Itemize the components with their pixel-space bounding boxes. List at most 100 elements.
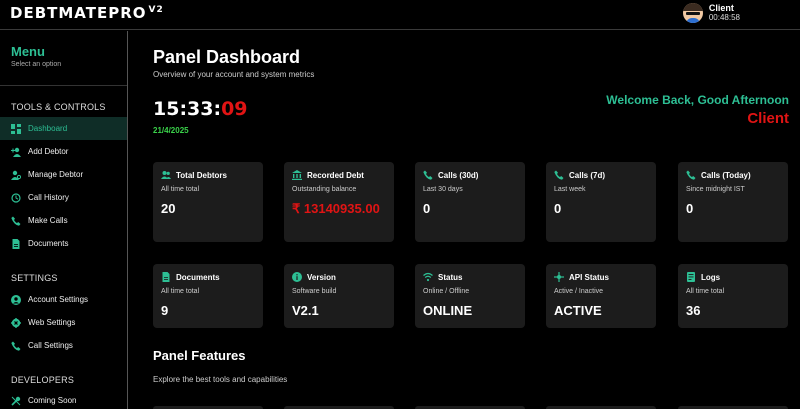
section-settings: SETTINGS (11, 273, 58, 283)
sidebar-item-label: Add Debtor (28, 147, 69, 156)
client-name: Client (747, 110, 789, 127)
sidebar-item-dashboard[interactable]: Dashboard (0, 117, 127, 140)
brand-logo[interactable]: DEBTMATEPRO V2 (10, 4, 164, 22)
card-title: Version (307, 272, 336, 282)
current-date: 21/4/2025 (153, 126, 189, 135)
stat-card-documents: Documents All time total 9 (153, 264, 263, 328)
card-description: Software build (292, 288, 337, 295)
stat-card-recorded-debt: Recorded Debt Outstanding balance ₹ 1314… (284, 162, 394, 242)
sidebar-title: Menu (11, 44, 45, 59)
card-description: Active / Inactive (554, 288, 604, 295)
card-title: Documents (176, 272, 220, 282)
card-value: 20 (161, 201, 176, 216)
sidebar-subtitle: Select an option (11, 61, 62, 68)
section-tools-controls: TOOLS & CONTROLS (11, 102, 106, 112)
card-title: API Status (569, 272, 610, 282)
history-icon (11, 192, 21, 203)
phone-icon (423, 170, 433, 180)
card-description: Last week (554, 186, 586, 193)
clock-seconds: 09 (221, 98, 248, 120)
card-title: Calls (30d) (438, 170, 479, 180)
sidebar-item-add-debtor[interactable]: Add Debtor (0, 140, 127, 163)
section-developers: DEVELOPERS (11, 375, 75, 385)
sidebar-item-documents[interactable]: Documents (0, 232, 127, 255)
phone-gear-icon (11, 341, 21, 351)
stat-card-logs: Logs All time total 36 (678, 264, 788, 328)
card-value: V2.1 (292, 303, 319, 318)
phone-icon (554, 170, 564, 180)
stat-card-calls-7d: Calls (7d) Last week 0 (546, 162, 656, 242)
stat-card-version: Version Software build V2.1 (284, 264, 394, 328)
sidebar-item-label: Coming Soon (28, 396, 77, 405)
card-title: Calls (7d) (569, 170, 606, 180)
user-plus-icon (11, 147, 21, 157)
card-value: 0 (423, 201, 431, 216)
card-description: Outstanding balance (292, 186, 357, 193)
logs-icon (686, 272, 696, 282)
card-description: Since midnight IST (686, 186, 745, 193)
card-title: Logs (701, 272, 721, 282)
sidebar-item-make-calls[interactable]: Make Calls (0, 209, 127, 232)
user-name: Client (708, 3, 734, 13)
stat-card-calls-today: Calls (Today) Since midnight IST 0 (678, 162, 788, 242)
divider (0, 85, 127, 86)
sidebar-item-label: Account Settings (28, 295, 89, 304)
card-value: 36 (686, 303, 701, 318)
sidebar-item-label: Call Settings (28, 341, 73, 350)
dashboard-icon (11, 123, 21, 134)
api-icon (554, 272, 564, 282)
card-value: 9 (161, 303, 169, 318)
stat-card-calls-30d: Calls (30d) Last 30 days 0 (415, 162, 525, 242)
card-title: Recorded Debt (307, 170, 364, 180)
phone-icon (686, 170, 696, 180)
top-bar: DEBTMATEPRO V2 Client 00:48:58 (0, 0, 800, 30)
users-gear-icon (11, 170, 21, 180)
welcome-message: Welcome Back, Good Afternoon (606, 93, 789, 107)
card-value: 0 (554, 201, 562, 216)
info-icon (292, 272, 302, 282)
sidebar-item-label: Documents (28, 239, 69, 248)
users-icon (161, 170, 171, 180)
card-description: All time total (686, 288, 725, 295)
features-title: Panel Features (153, 348, 246, 363)
card-description: All time total (161, 288, 200, 295)
card-description: All time total (161, 186, 200, 193)
sidebar-item-label: Call History (28, 193, 69, 202)
sidebar-item-web-settings[interactable]: Web Settings (0, 311, 127, 334)
card-description: Online / Offline (423, 288, 470, 295)
sidebar-item-call-settings[interactable]: Call Settings (0, 334, 127, 357)
user-profile[interactable]: Client 00:48:58 (682, 3, 740, 23)
sidebar-item-manage-debtor[interactable]: Manage Debtor (0, 163, 127, 186)
document-icon (161, 272, 171, 282)
live-clock: 15:33:09 (153, 98, 248, 120)
sidebar-item-coming-soon[interactable]: Coming Soon (0, 389, 127, 409)
stat-card-status: Status Online / Offline ONLINE (415, 264, 525, 328)
card-title: Status (438, 272, 463, 282)
card-value: ONLINE (423, 303, 473, 318)
card-value: ₹ 13140935.00 (292, 201, 380, 216)
brand-version: V2 (148, 5, 164, 15)
sidebar-item-account-settings[interactable]: Account Settings (0, 288, 127, 311)
stat-card-total-debtors: Total Debtors All time total 20 (153, 162, 263, 242)
tools-icon (11, 396, 21, 406)
user-circle-icon (11, 294, 21, 305)
card-value: 0 (686, 201, 694, 216)
avatar (682, 3, 703, 23)
card-value: ACTIVE (554, 303, 602, 318)
sidebar-item-label: Make Calls (28, 216, 68, 225)
card-title: Total Debtors (176, 170, 227, 180)
clock-hours-minutes: 15:33: (153, 98, 222, 120)
document-icon (11, 238, 21, 249)
wifi-icon (423, 272, 433, 282)
bank-icon (292, 170, 302, 180)
stat-card-api-status: API Status Active / Inactive ACTIVE (546, 264, 656, 328)
sidebar-item-label: Dashboard (28, 124, 68, 133)
sidebar-item-label: Manage Debtor (28, 170, 84, 179)
page-subtitle: Overview of your account and system metr… (153, 70, 315, 79)
main-content: Panel Dashboard Overview of your account… (128, 31, 800, 409)
sidebar-item-call-history[interactable]: Call History (0, 186, 127, 209)
sidebar-item-label: Web Settings (28, 318, 76, 327)
brand-name: DEBTMATEPRO (10, 4, 147, 22)
phone-icon (11, 216, 21, 226)
sidebar: Menu Select an option TOOLS & CONTROLS D… (0, 31, 128, 409)
